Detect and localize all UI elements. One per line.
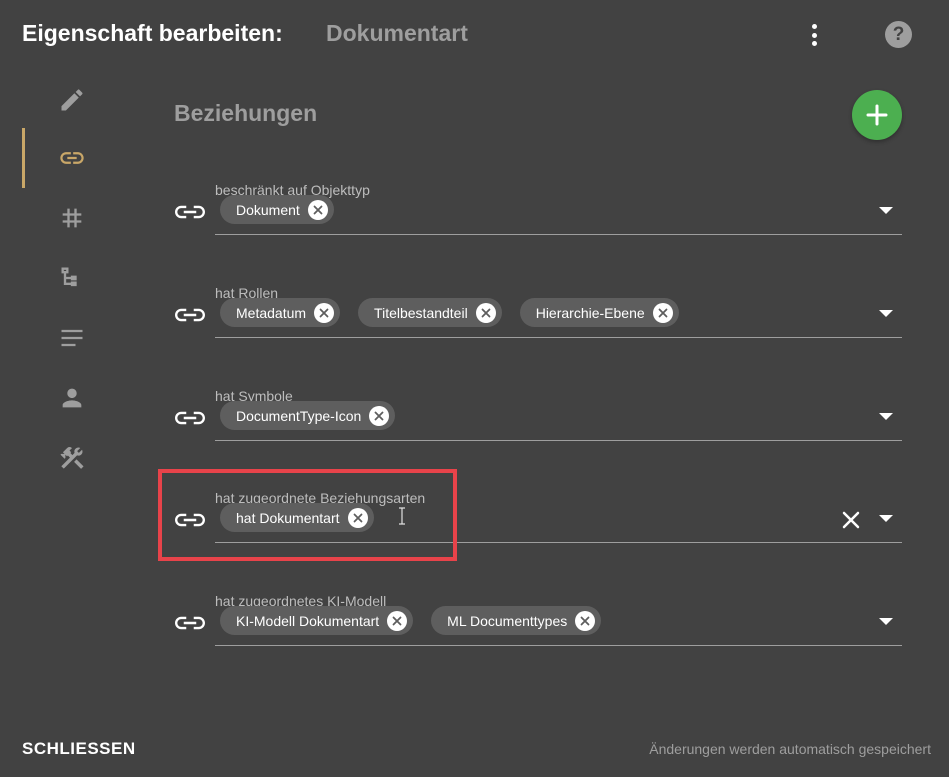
hash-icon — [62, 208, 82, 228]
chip-label: Metadatum — [236, 304, 307, 321]
chip[interactable]: Hierarchie-Ebene — [519, 298, 679, 327]
plus-icon — [866, 104, 888, 126]
section-title: Beziehungen — [174, 100, 318, 126]
dialog-header: Eigenschaft bearbeiten: Dokumentart ? — [0, 0, 949, 70]
dropdown-arrow-icon[interactable] — [879, 618, 893, 625]
chip-label: DocumentType-Icon — [236, 407, 362, 424]
chip-remove-icon[interactable] — [475, 302, 496, 323]
dropdown-arrow-icon[interactable] — [879, 413, 893, 420]
chip-remove-icon[interactable] — [369, 405, 390, 426]
chip-label: hat Dokumentart — [236, 509, 340, 526]
chip[interactable]: KI-Modell Dokumentart — [220, 606, 414, 635]
nav-item-relations[interactable] — [22, 128, 122, 188]
person-icon — [62, 388, 82, 408]
chip[interactable]: DocumentType-Icon — [220, 401, 396, 430]
add-relation-button[interactable] — [852, 90, 902, 140]
chip-list: hat Dokumentart — [220, 503, 374, 532]
chip-list: KI-Modell Dokumentart ML Documenttypes — [220, 606, 602, 635]
nav-item-tools[interactable] — [22, 428, 122, 488]
dialog-subtitle: Dokumentart — [326, 20, 468, 46]
clear-icon[interactable] — [841, 510, 861, 530]
chip[interactable]: Metadatum — [220, 298, 341, 327]
relation-field-roles[interactable]: hat Rollen Metadatum Titelbestandteil Hi… — [174, 285, 902, 345]
dropdown-arrow-icon[interactable] — [879, 515, 893, 522]
pencil-icon — [61, 89, 83, 111]
field-underline — [215, 234, 902, 235]
link-icon — [175, 513, 205, 527]
text-cursor-icon — [399, 507, 405, 525]
chip-remove-icon[interactable] — [575, 610, 596, 631]
lines-icon — [61, 329, 83, 347]
chip-list: Dokument — [220, 195, 334, 224]
relation-field-object-type[interactable]: beschränkt auf Objekttyp Dokument — [174, 182, 902, 242]
dialog-title: Eigenschaft bearbeiten: — [22, 20, 283, 46]
chip[interactable]: Dokument — [220, 195, 334, 224]
chip[interactable]: ML Documenttypes — [431, 606, 602, 635]
chip-list: DocumentType-Icon — [220, 401, 396, 430]
help-icon[interactable]: ? — [885, 21, 912, 48]
relation-field-relation-types[interactable]: hat zugeordnete Beziehungsarten hat Doku… — [174, 490, 902, 550]
link-icon — [175, 411, 205, 425]
nav-item-text[interactable] — [22, 308, 122, 368]
field-underline — [215, 542, 902, 543]
autosave-status: Änderungen werden automatisch gespeicher… — [649, 741, 931, 757]
dropdown-arrow-icon[interactable] — [879, 310, 893, 317]
nav-item-person[interactable] — [22, 368, 122, 428]
chip[interactable]: hat Dokumentart — [220, 503, 374, 532]
chip-label: Titelbestandteil — [374, 304, 468, 321]
chip-remove-icon[interactable] — [652, 302, 673, 323]
field-underline — [215, 440, 902, 441]
nav-item-tree[interactable] — [22, 248, 122, 308]
nav-item-hash[interactable] — [22, 188, 122, 248]
chip-remove-icon[interactable] — [314, 302, 335, 323]
chip[interactable]: Titelbestandteil — [358, 298, 502, 327]
relation-field-ai-model[interactable]: hat zugeordnetes KI-Modell KI-Modell Dok… — [174, 593, 902, 653]
tree-icon — [61, 267, 77, 287]
field-underline — [215, 337, 902, 338]
link-icon — [175, 308, 205, 322]
link-icon — [175, 205, 205, 219]
chip-label: KI-Modell Dokumentart — [236, 612, 380, 629]
nav-item-edit[interactable] — [22, 70, 122, 130]
chip-remove-icon[interactable] — [347, 507, 368, 528]
dropdown-arrow-icon[interactable] — [879, 207, 893, 214]
tools-icon — [60, 447, 84, 469]
chip-remove-icon[interactable] — [387, 610, 408, 631]
chip-label: Dokument — [236, 201, 300, 218]
relation-field-symbols[interactable]: hat Symbole DocumentType-Icon — [174, 388, 902, 448]
field-underline — [215, 645, 902, 646]
chip-list: Metadatum Titelbestandteil Hierarchie-Eb… — [220, 298, 679, 327]
link-icon — [175, 616, 205, 630]
kebab-icon[interactable] — [804, 22, 824, 48]
chip-label: Hierarchie-Ebene — [535, 304, 645, 321]
close-button[interactable]: SCHLIESSEN — [22, 739, 136, 759]
chip-label: ML Documenttypes — [447, 612, 568, 629]
chip-remove-icon[interactable] — [307, 199, 328, 220]
link-icon — [60, 152, 84, 164]
